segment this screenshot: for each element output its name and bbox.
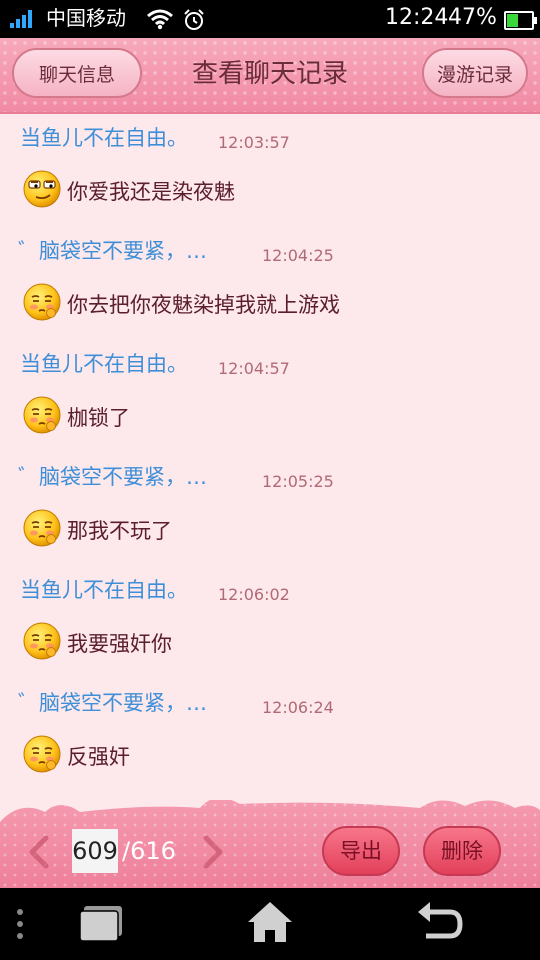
total-pages: /616 — [122, 837, 176, 865]
message-text: 反强奸 — [67, 745, 130, 769]
message-item: 当鱼儿不在自由。 12:06:02 我要强奸你 — [0, 565, 540, 678]
sender-name: ゛脑袋空不要紧，… — [18, 239, 207, 263]
recent-apps-icon[interactable] — [76, 904, 126, 944]
shy-face-icon — [22, 508, 62, 548]
shy-face-icon — [22, 621, 62, 661]
shy-face-icon — [22, 395, 62, 435]
message-item: 当鱼儿不在自由。 12:03:57 你爱我还是染夜魅 — [0, 113, 540, 226]
prev-page-arrow-icon[interactable] — [24, 834, 54, 870]
sender-name: 当鱼儿不在自由。 — [20, 578, 188, 602]
delete-button[interactable]: 删除 — [423, 826, 501, 876]
message-item: ゛脑袋空不要紧，… 12:06:24 反强奸 — [0, 678, 540, 791]
message-list[interactable]: 当鱼儿不在自由。 12:03:57 你爱我还是染夜魅 ゛脑袋空不要紧，… 12:… — [0, 113, 540, 803]
message-text: 你爱我还是染夜魅 — [67, 180, 235, 204]
message-time: 12:04:57 — [218, 359, 290, 378]
message-text: 枷锁了 — [67, 406, 130, 430]
export-button[interactable]: 导出 — [322, 826, 400, 876]
status-bar: 中国移动 12:24 47% — [0, 0, 540, 38]
back-icon[interactable] — [414, 902, 464, 944]
home-icon[interactable] — [246, 900, 294, 944]
battery-percent: 47% — [448, 5, 497, 30]
message-time: 12:06:24 — [262, 698, 334, 717]
message-item: 当鱼儿不在自由。 12:04:57 枷锁了 — [0, 339, 540, 452]
carrier-name: 中国移动 — [46, 6, 126, 30]
alarm-icon — [184, 9, 204, 30]
message-item: ゛脑袋空不要紧，… 12:05:25 那我不玩了 — [0, 452, 540, 565]
sender-name: 当鱼儿不在自由。 — [20, 126, 188, 150]
battery-icon — [504, 11, 537, 30]
message-text: 你去把你夜魅染掉我就上游戏 — [67, 293, 340, 317]
sender-name: ゛脑袋空不要紧，… — [18, 465, 207, 489]
message-time: 12:05:25 — [262, 472, 334, 491]
menu-icon[interactable] — [14, 906, 26, 942]
current-page-input[interactable]: 609 — [72, 829, 118, 873]
signal-icon — [10, 10, 38, 28]
status-time: 12:24 — [385, 5, 449, 30]
message-time: 12:04:25 — [262, 246, 334, 265]
shy-face-icon — [22, 282, 62, 322]
page-title: 查看聊天记录 — [191, 59, 348, 89]
message-item: ゛脑袋空不要紧，… 12:04:25 你去把你夜魅染掉我就上游戏 — [0, 226, 540, 339]
sender-name: ゛脑袋空不要紧，… — [18, 691, 207, 715]
wifi-icon — [147, 9, 173, 30]
message-text: 我要强奸你 — [67, 632, 172, 656]
next-page-arrow-icon[interactable] — [198, 834, 228, 870]
chat-info-button[interactable]: 聊天信息 — [12, 48, 142, 98]
message-time: 12:06:02 — [218, 585, 290, 604]
roaming-records-button[interactable]: 漫游记录 — [422, 48, 528, 98]
message-time: 12:03:57 — [218, 133, 290, 152]
sender-name: 当鱼儿不在自由。 — [20, 352, 188, 376]
message-text: 那我不玩了 — [67, 519, 172, 543]
header-bar: 聊天信息 查看聊天记录 漫游记录 — [0, 38, 540, 114]
smug-face-icon — [22, 169, 62, 209]
shy-face-icon — [22, 734, 62, 774]
